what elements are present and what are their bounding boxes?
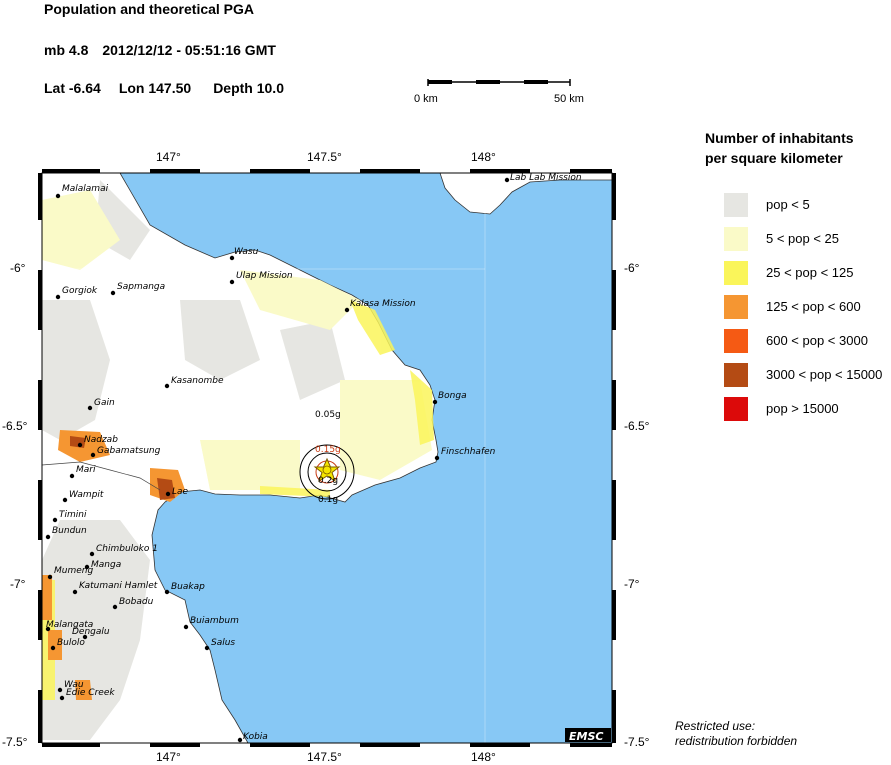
pga-label: 0.1g [318, 495, 338, 505]
place-label: Buakap [171, 582, 205, 592]
lon-tick-top: 147.5° [307, 150, 342, 164]
population-map: Malalamai Wasu Ulap Mission Gorgiok Sapm… [38, 169, 616, 747]
place-label: Kalasa Mission [350, 299, 416, 309]
legend-label: pop < 5 [766, 197, 810, 212]
legend-swatch [724, 329, 748, 353]
lat-tick-left: -7.5° [2, 735, 28, 749]
place-label: Lab Lab Mission [510, 173, 582, 183]
pga-label: 0.05g [315, 410, 341, 420]
legend-swatch [724, 397, 748, 421]
lat-tick-left: -6.5° [2, 419, 28, 433]
place-label: Bulolo [57, 638, 85, 648]
lat-tick-left: -6° [10, 261, 26, 275]
place-label: Gabamatsung [97, 446, 161, 456]
place-label: Salus [211, 638, 235, 648]
place-label: Mari [76, 465, 96, 475]
lon-tick-bottom: 148° [471, 750, 496, 764]
place-label: Edie Creek [66, 688, 115, 698]
legend-label: 25 < pop < 125 [766, 265, 854, 280]
lat-tick-left: -7° [10, 577, 26, 591]
place-label: Bundun [52, 526, 87, 536]
place-label: Finschhafen [441, 447, 496, 457]
legend-label: 125 < pop < 600 [766, 299, 861, 314]
legend-title-line2: per square kilometer [705, 150, 843, 166]
lon-tick-top: 147° [156, 150, 181, 164]
usage-note-line1: Restricted use: [675, 719, 756, 733]
legend-swatch [724, 295, 748, 319]
legend-label: 3000 < pop < 15000 [766, 367, 883, 382]
lat-tick-right: -7° [624, 577, 640, 591]
place-label: Gorgiok [62, 286, 98, 296]
emsc-badge: EMSC [569, 730, 603, 743]
place-label: Buiambum [190, 616, 239, 626]
lon-tick-top: 148° [471, 150, 496, 164]
legend-swatch [724, 261, 748, 285]
legend-swatch [724, 193, 748, 217]
place-label: Dengalu [72, 627, 110, 637]
legend-swatch [724, 363, 748, 387]
place-label: Malalamai [62, 184, 109, 194]
place-label: Sapmanga [117, 282, 165, 292]
legend-label: 600 < pop < 3000 [766, 333, 868, 348]
legend-title-line1: Number of inhabitants [705, 130, 854, 146]
place-label: Nadzab [84, 435, 118, 445]
place-label: Timini [59, 510, 87, 520]
place-label: Bobadu [119, 597, 154, 607]
lat-tick-right: -6° [624, 261, 640, 275]
pga-label: 0.2g [318, 476, 338, 486]
pga-label: 0.15g [315, 445, 341, 455]
place-label: Gain [94, 398, 115, 408]
usage-note: Restricted use: redistribution forbidden [675, 719, 797, 749]
legend-swatch [724, 227, 748, 251]
lat-tick-right: -7.5° [624, 735, 650, 749]
scale-bar: 0 km 50 km [412, 78, 592, 108]
place-label: Lae [172, 487, 189, 497]
place-label: Kasanombe [171, 376, 224, 386]
place-label: Ulap Mission [236, 271, 293, 281]
lon-tick-bottom: 147.5° [307, 750, 342, 764]
scale-start-label: 0 km [414, 93, 438, 105]
place-label: Kobia [243, 732, 268, 742]
place-label: Mumeng [54, 566, 93, 576]
place-label: Manga [91, 560, 121, 570]
legend-label: pop > 15000 [766, 401, 839, 416]
legend-label: 5 < pop < 25 [766, 231, 840, 246]
usage-note-line2: redistribution forbidden [675, 734, 798, 748]
place-label: Bonga [438, 391, 467, 401]
scale-end-label: 50 km [554, 93, 584, 105]
place-label: Wampit [69, 490, 104, 500]
place-label: Katumani Hamlet [79, 581, 158, 591]
place-label: Chimbuloko 1 [96, 544, 158, 554]
place-label: Wasu [234, 247, 259, 257]
lon-tick-bottom: 147° [156, 750, 181, 764]
legend-title: Number of inhabitants per square kilomet… [705, 128, 854, 168]
lat-tick-right: -6.5° [624, 419, 650, 433]
